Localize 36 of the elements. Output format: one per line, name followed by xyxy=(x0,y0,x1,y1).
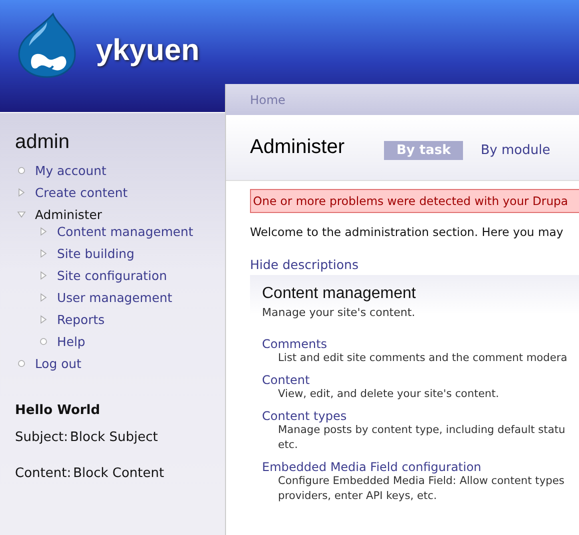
menu-link[interactable]: Log out xyxy=(35,356,82,371)
field-label: Subject: xyxy=(15,430,68,445)
admin-link[interactable]: Content xyxy=(262,373,310,387)
circle-bullet-icon xyxy=(17,166,26,175)
tab[interactable]: By module xyxy=(480,141,550,160)
site-name[interactable]: ykyuen xyxy=(96,34,200,68)
field-value: Block Content xyxy=(73,466,164,481)
field-label: Content: xyxy=(15,466,72,481)
menu-link[interactable]: Create content xyxy=(35,185,128,200)
item-description: View, edit, and delete your site's content. xyxy=(277,387,500,402)
hide-descriptions-link[interactable]: Hide descriptions xyxy=(250,257,579,272)
circle-bullet-icon xyxy=(17,359,26,368)
item-description: List and edit site comments and the comment modera xyxy=(277,351,568,366)
error-message: One or more problems were detected with your Drupa xyxy=(250,189,579,213)
circle-bullet-icon xyxy=(39,337,48,346)
field-value: Block Subject xyxy=(70,430,158,445)
item-description: Manage posts by content type, including default statu etc. xyxy=(277,423,566,453)
item-description: Configure Embedded Media Field: Allow content types providers, enter API keys, etc. xyxy=(277,474,566,504)
menu-link[interactable]: Content management xyxy=(57,224,194,239)
water-drop-logo-icon[interactable] xyxy=(17,12,77,78)
sidebar-title: admin xyxy=(15,131,70,154)
page-title: Administer xyxy=(250,136,344,159)
menu-link[interactable]: Reports xyxy=(57,312,105,327)
menu-link[interactable]: Administer xyxy=(35,207,102,222)
menu-link[interactable]: Help xyxy=(57,334,86,349)
admin-link[interactable]: Content types xyxy=(262,409,347,423)
menu-link[interactable]: Site configuration xyxy=(57,268,167,283)
admin-link[interactable]: Embedded Media Field configuration xyxy=(262,460,482,474)
admin-link[interactable]: Comments xyxy=(262,337,328,351)
menu-link[interactable]: My account xyxy=(35,163,106,178)
intro-text: Welcome to the administration section. Here you may xyxy=(250,225,564,239)
section-description: Manage your site's content. xyxy=(262,306,416,319)
block-title: Hello World xyxy=(15,403,102,418)
menu-link[interactable]: Site building xyxy=(57,246,134,261)
section-title: Content management xyxy=(262,285,417,303)
menu-link[interactable]: User management xyxy=(57,290,172,305)
